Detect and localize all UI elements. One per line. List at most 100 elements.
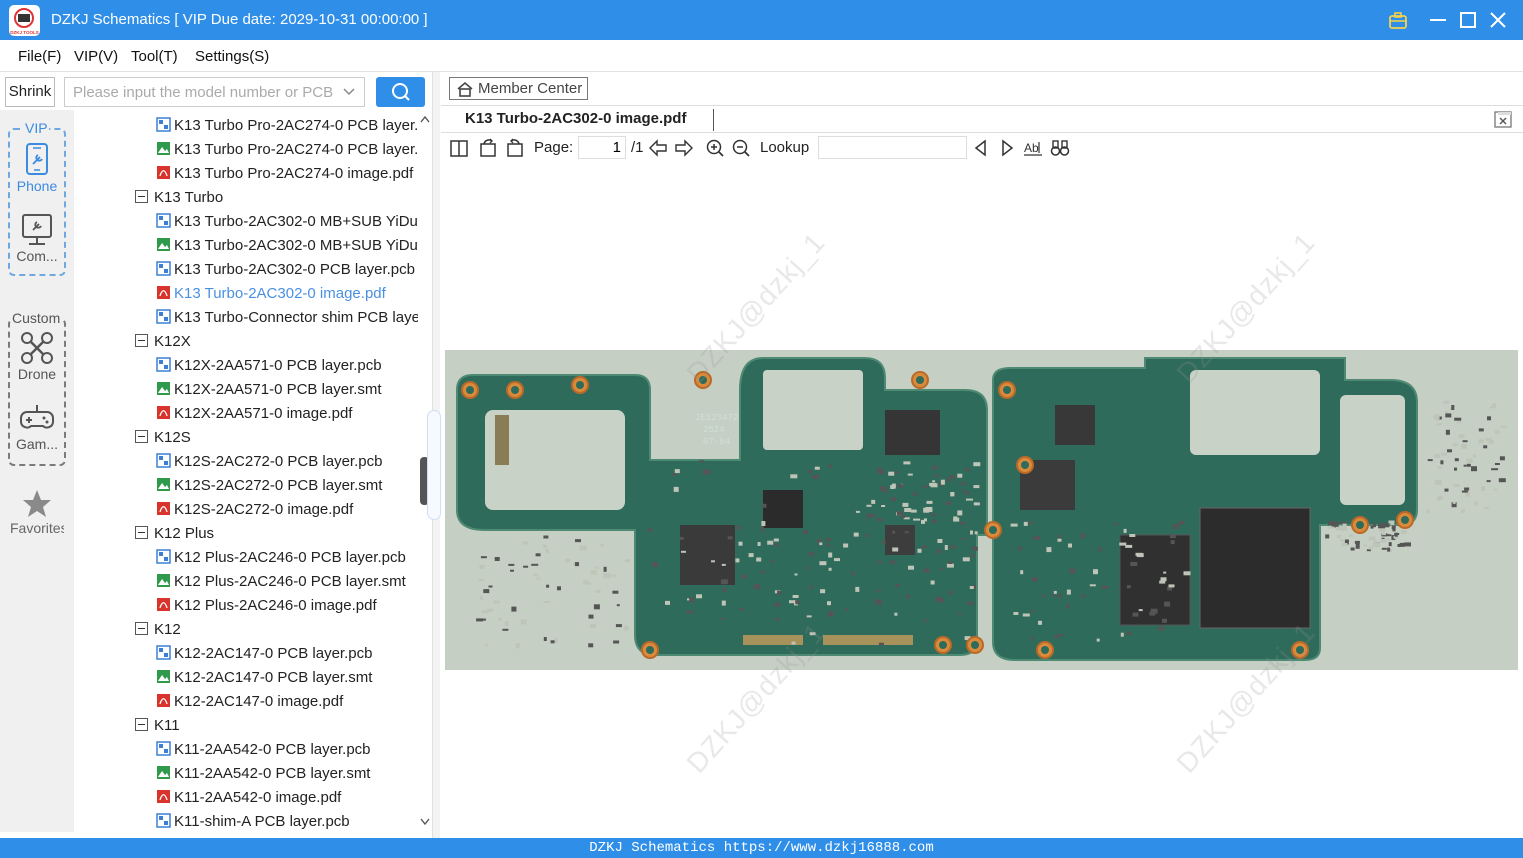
search-combo[interactable] (64, 77, 365, 107)
scroll-down-icon[interactable] (419, 818, 431, 826)
pdf-file-icon (156, 789, 174, 806)
tree-file-pdf[interactable]: K13 Turbo-2AC302-0 image.pdf (156, 282, 386, 306)
category-game[interactable]: Gam... (10, 400, 64, 452)
tree-folder[interactable]: K12S (135, 426, 191, 450)
menu-settings[interactable]: Settings(S) (195, 48, 269, 65)
member-center-label: Member Center (478, 80, 583, 97)
match-case-icon[interactable]: Ab (1023, 138, 1043, 158)
tree-label: K12X-2AA571-0 image.pdf (174, 405, 353, 422)
sidebar-toggle-icon[interactable] (449, 138, 469, 158)
svg-text:JE123472: JE123472 (695, 413, 738, 423)
chevron-down-icon[interactable] (342, 86, 356, 98)
tree-label: K12-2AC147-0 PCB layer.smt (174, 669, 373, 686)
collapse-icon[interactable] (135, 430, 148, 443)
tree-folder[interactable]: K12 (135, 618, 181, 642)
rotate-right-icon[interactable] (505, 138, 525, 158)
tree-file-pcb[interactable]: K12 Plus-2AC246-0 PCB layer.pcb (156, 546, 406, 570)
search-button[interactable] (376, 77, 425, 107)
pcb-board-image: JE123472 2524 07-04 (445, 350, 1518, 670)
pcb-file-icon (156, 309, 174, 326)
page-number-input[interactable] (578, 136, 626, 159)
menu-vip[interactable]: VIP(V) (74, 48, 118, 65)
gamepad-icon (20, 405, 54, 429)
menu-tool[interactable]: Tool(T) (131, 48, 178, 65)
rotate-left-icon[interactable] (478, 138, 498, 158)
zoom-out-icon[interactable] (731, 138, 751, 158)
tree-file-smt[interactable]: K12X-2AA571-0 PCB layer.smt (156, 378, 382, 402)
next-page-icon[interactable] (674, 138, 694, 158)
tree-file-pcb[interactable]: K13 Turbo-2AC302-0 PCB layer.pcb (156, 258, 415, 282)
pcb-file-icon (156, 357, 174, 374)
tab-separator (713, 109, 714, 131)
tree-file-pcb[interactable]: K11-2AA542-0 PCB layer.pcb (156, 738, 371, 762)
category-label: Phone (16, 178, 58, 194)
minimize-icon[interactable] (1427, 8, 1449, 32)
tree-file-pcb[interactable]: K13 Turbo-2AC302-0 MB+SUB YiDu.pcb (156, 210, 432, 234)
tree-file-smt[interactable]: K11-2AA542-0 PCB layer.smt (156, 762, 370, 786)
find-previous-icon[interactable] (971, 138, 991, 158)
scroll-up-icon[interactable] (419, 115, 431, 123)
tree-file-pdf[interactable]: K13 Turbo Pro-2AC274-0 image.pdf (156, 162, 413, 186)
pdf-toolbar: Page: /1 Lookup Ab (441, 134, 1523, 162)
category-computer[interactable]: Com... (10, 212, 64, 264)
tree-label: K12 (154, 621, 181, 638)
tree-file-pdf[interactable]: K12-2AC147-0 image.pdf (156, 690, 343, 714)
tree-file-pcb[interactable]: K13 Turbo-Connector shim PCB layer.pcb (156, 306, 432, 330)
collapse-icon[interactable] (135, 334, 148, 347)
tree-file-pdf[interactable]: K12 Plus-2AC246-0 image.pdf (156, 594, 377, 618)
tree-folder[interactable]: K12 Plus (135, 522, 214, 546)
category-drone[interactable]: Drone (10, 330, 64, 382)
document-viewer[interactable]: JE123472 2524 07-04 DZKJ@dzkj_1 DZKJ@dzk… (441, 162, 1523, 838)
search-input[interactable] (65, 78, 335, 106)
tree-file-smt[interactable]: K12 Plus-2AC246-0 PCB layer.smt (156, 570, 406, 594)
tree-label: K13 Turbo-2AC302-0 image.pdf (174, 285, 386, 302)
tree-folder[interactable]: K12X (135, 330, 191, 354)
briefcase-icon[interactable] (1387, 8, 1409, 32)
maximize-icon[interactable] (1457, 8, 1479, 32)
tree-folder[interactable]: K13 Turbo (135, 186, 223, 210)
image-file-icon (156, 477, 174, 494)
tree-folder[interactable]: K11 (135, 714, 180, 738)
zoom-in-icon[interactable] (705, 138, 725, 158)
collapse-icon[interactable] (135, 718, 148, 731)
tree-file-pcb[interactable]: K13 Turbo Pro-2AC274-0 PCB layer.pcb (156, 114, 432, 138)
tree-file-smt[interactable]: K13 Turbo Pro-2AC274-0 PCB layer.smt (156, 138, 432, 162)
collapse-icon[interactable] (135, 622, 148, 635)
tab-document[interactable]: K13 Turbo-2AC302-0 image.pdf (465, 110, 686, 127)
tree-file-pcb[interactable]: K12-2AC147-0 PCB layer.pcb (156, 642, 372, 666)
document-tabs: K13 Turbo-2AC302-0 image.pdf (441, 105, 1523, 133)
tree-file-pcb[interactable]: K11-shim-A PCB layer.pcb (156, 810, 350, 832)
binoculars-icon[interactable] (1050, 138, 1070, 158)
splitter-handle[interactable] (427, 410, 441, 520)
category-phone[interactable]: Phone (10, 142, 64, 194)
favorites-button[interactable]: Favorites (10, 488, 64, 536)
pcb-file-icon (156, 549, 174, 566)
tree-file-pcb[interactable]: K12X-2AA571-0 PCB layer.pcb (156, 354, 382, 378)
lookup-label: Lookup (760, 139, 810, 156)
custom-label: Custom (11, 310, 62, 326)
tree-label: K12 Plus (154, 525, 215, 542)
tree-label: K12X-2AA571-0 PCB layer.smt (174, 381, 382, 398)
find-next-icon[interactable] (997, 138, 1017, 158)
tree-file-pdf[interactable]: K12S-2AC272-0 image.pdf (156, 498, 353, 522)
tree-label: K12 Plus-2AC246-0 PCB layer.smt (174, 573, 406, 590)
collapse-icon[interactable] (135, 190, 148, 203)
tree-file-smt[interactable]: K13 Turbo-2AC302-0 MB+SUB YiDu.smt (156, 234, 432, 258)
member-center-button[interactable]: Member Center (449, 77, 588, 100)
tree-file-smt[interactable]: K12S-2AC272-0 PCB layer.smt (156, 474, 382, 498)
shrink-button[interactable]: Shrink (5, 77, 55, 107)
tree-label: K11-2AA542-0 image.pdf (174, 789, 342, 806)
tree-file-pcb[interactable]: K12S-2AC272-0 PCB layer.pcb (156, 450, 382, 474)
tree-file-pdf[interactable]: K12X-2AA571-0 image.pdf (156, 402, 352, 426)
close-icon[interactable] (1487, 8, 1509, 32)
tree-file-smt[interactable]: K12-2AC147-0 PCB layer.smt (156, 666, 372, 690)
close-document-icon[interactable] (1494, 111, 1512, 128)
collapse-icon[interactable] (135, 526, 148, 539)
menu-file[interactable]: File(F) (18, 48, 61, 65)
lookup-input[interactable] (818, 136, 967, 159)
prev-page-icon[interactable] (648, 138, 668, 158)
image-file-icon (156, 381, 174, 398)
tree-label: K12 Plus-2AC246-0 PCB layer.pcb (174, 549, 406, 566)
search-icon (392, 83, 410, 101)
tree-file-pdf[interactable]: K11-2AA542-0 image.pdf (156, 786, 341, 810)
